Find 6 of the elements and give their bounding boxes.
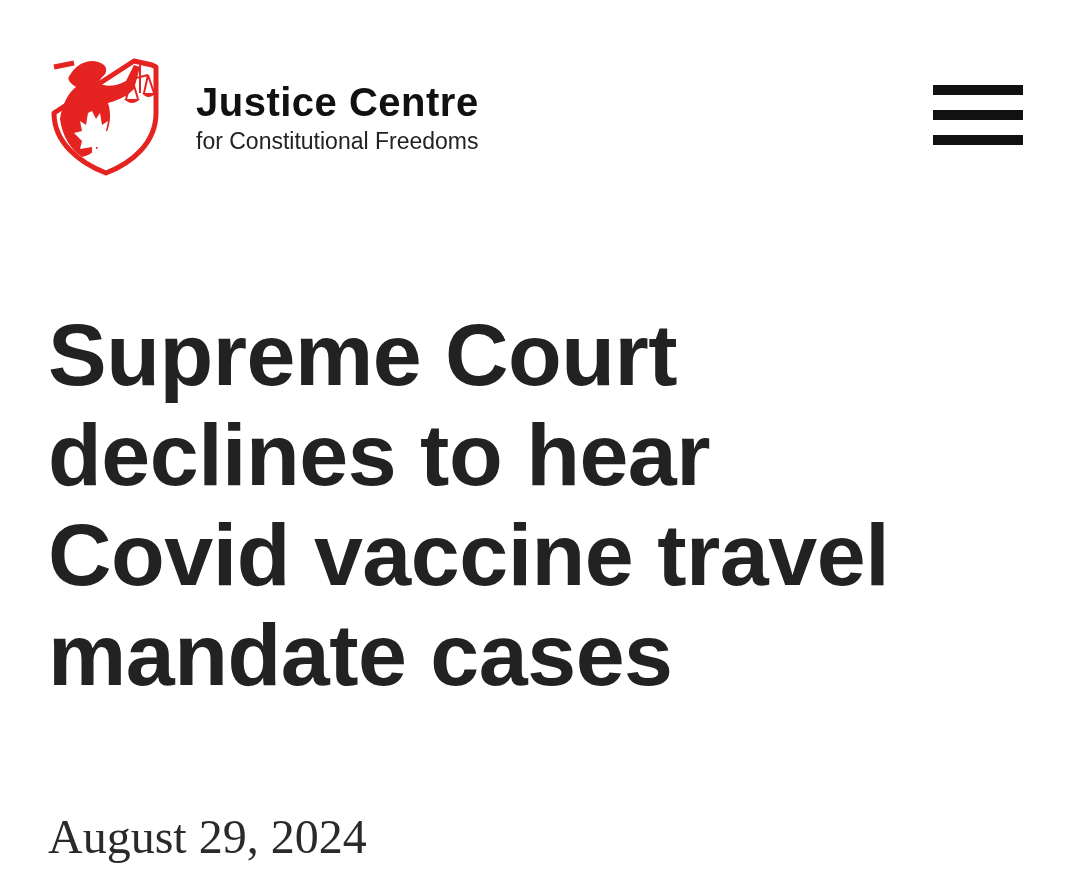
menu-icon: [933, 85, 1023, 145]
menu-button[interactable]: [933, 85, 1023, 145]
article-date: August 29, 2024: [48, 809, 368, 865]
brand-name: Justice Centre: [196, 82, 479, 122]
article-title: Supreme Court declines to hear Covid vaccine travel mandate cases: [48, 305, 891, 705]
brand-tagline: for Constitutional Freedoms: [196, 130, 479, 153]
